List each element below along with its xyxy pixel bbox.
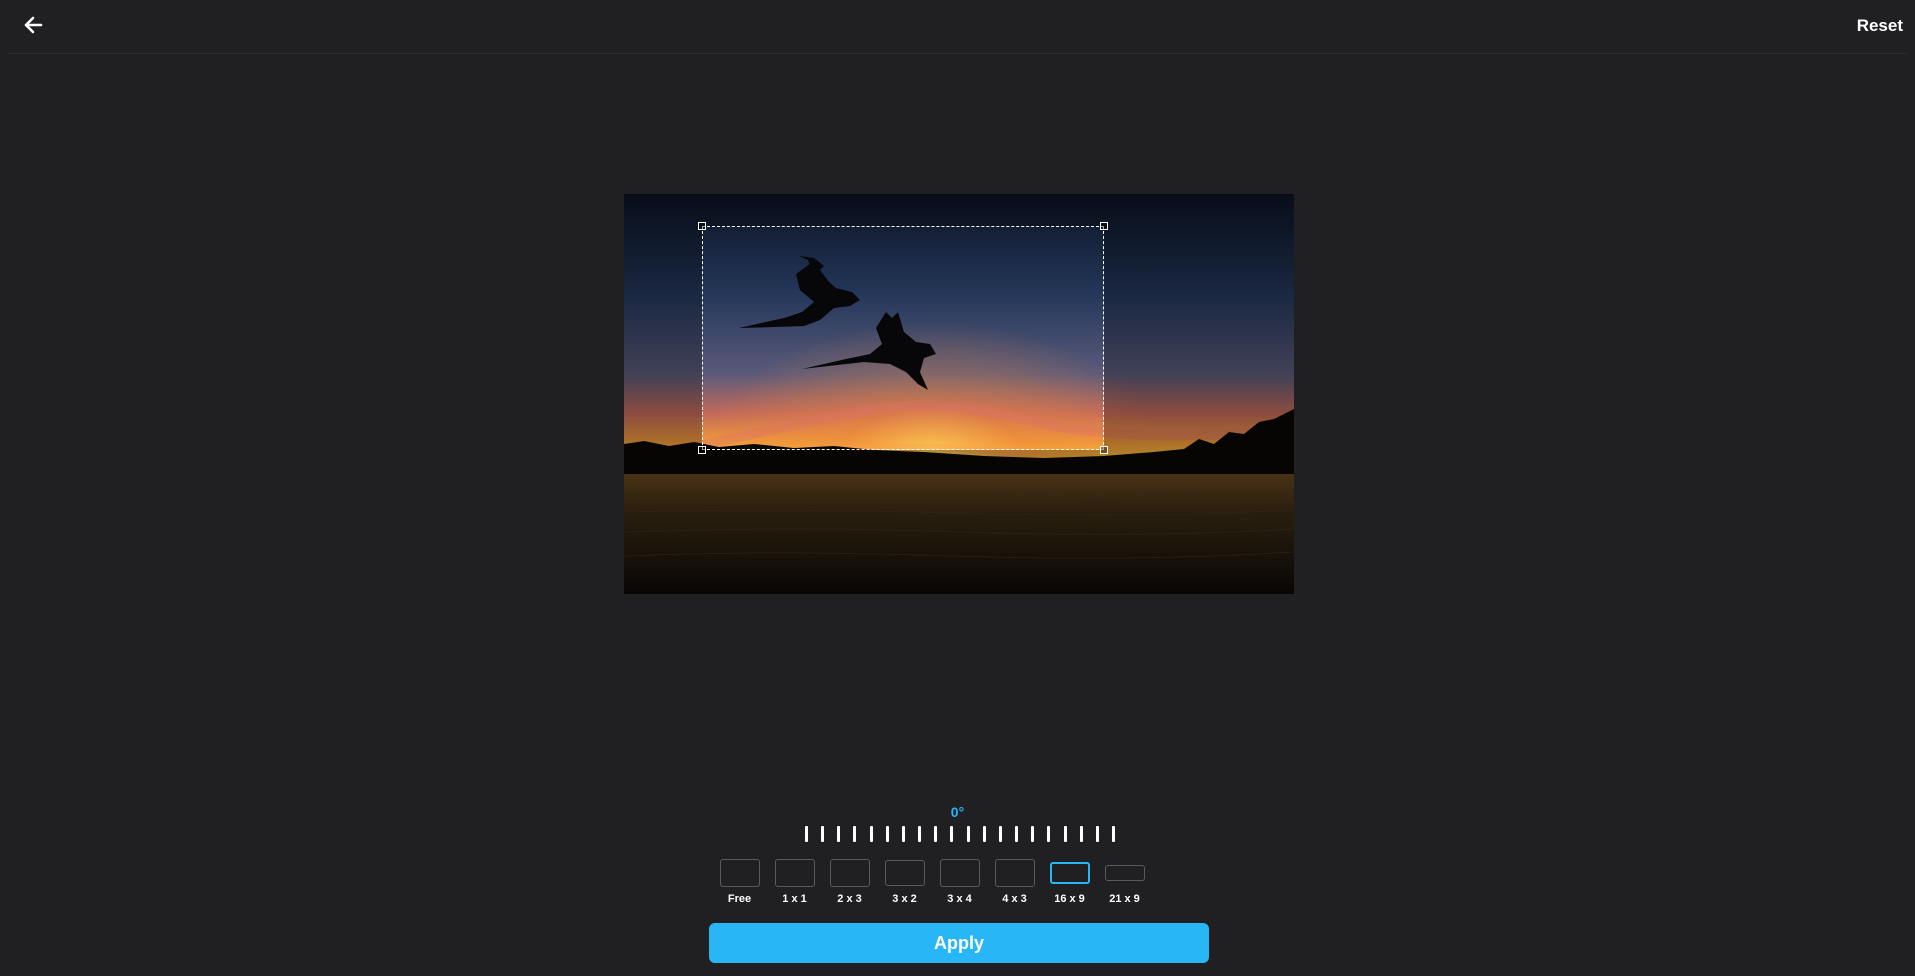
aspect-ratio-shape-wrap — [884, 857, 925, 889]
rotation-tick — [1095, 826, 1099, 842]
rotation-tick — [1015, 826, 1019, 842]
rotation-tick — [1111, 826, 1115, 842]
aspect-ratio-shape-icon — [884, 860, 925, 886]
aspect-ratio-label: 3 x 4 — [947, 893, 972, 905]
aspect-ratio-option[interactable]: 3 x 2 — [877, 857, 932, 907]
aspect-ratio-label: 3 x 2 — [892, 893, 917, 905]
aspect-ratio-label: 16 x 9 — [1054, 893, 1085, 905]
aspect-ratio-shape-wrap — [939, 857, 980, 889]
aspect-ratio-shape-icon — [774, 859, 815, 887]
top-bar: Reset — [8, 0, 1907, 54]
aspect-ratio-option[interactable]: 2 x 3 — [822, 857, 877, 907]
rotation-angle-label: 0° — [950, 804, 965, 820]
aspect-ratio-option[interactable]: 3 x 4 — [932, 857, 987, 907]
back-button[interactable] — [16, 12, 50, 42]
aspect-ratio-label: 21 x 9 — [1109, 893, 1140, 905]
photo-canvas — [624, 194, 1294, 594]
aspect-ratio-options: Free 1 x 1 2 x 3 3 x 2 3 x 4 4 x 3 16 x 9 21 x … — [712, 857, 1152, 907]
aspect-ratio-shape-icon — [1104, 865, 1145, 881]
rotation-tick — [998, 826, 1002, 842]
aspect-ratio-label: 2 x 3 — [837, 893, 862, 905]
rotation-tick — [821, 826, 825, 842]
rotation-tick — [966, 826, 970, 842]
crop-handle-bottom-right[interactable] — [1100, 446, 1108, 454]
rotation-tick — [1063, 826, 1067, 842]
aspect-ratio-shape-wrap — [1049, 857, 1090, 889]
rotation-tick — [1079, 826, 1083, 842]
arrow-left-icon — [23, 16, 43, 39]
rotation-tick — [869, 826, 873, 842]
rotation-tick — [982, 826, 986, 842]
rotation-dial[interactable] — [805, 826, 1115, 844]
aspect-ratio-option[interactable]: 16 x 9 — [1042, 857, 1097, 907]
aspect-ratio-option[interactable]: 4 x 3 — [987, 857, 1042, 907]
aspect-ratio-shape-icon — [719, 859, 760, 887]
aspect-ratio-option[interactable]: 21 x 9 — [1097, 857, 1152, 907]
aspect-ratio-label: Free — [727, 893, 752, 905]
reset-button[interactable]: Reset — [1857, 16, 1903, 36]
aspect-ratio-shape-icon — [939, 859, 980, 887]
crop-handle-bottom-left[interactable] — [698, 446, 706, 454]
crop-handle-top-right[interactable] — [1100, 222, 1108, 230]
aspect-ratio-label: 4 x 3 — [1002, 893, 1027, 905]
rotation-tick — [918, 826, 922, 842]
rotation-tick — [853, 826, 857, 842]
rotation-tick — [805, 826, 808, 842]
crop-handle-top-left[interactable] — [698, 222, 706, 230]
aspect-ratio-option[interactable]: 1 x 1 — [767, 857, 822, 907]
rotation-tick — [837, 826, 841, 842]
aspect-ratio-shape-wrap — [829, 857, 870, 889]
crop-selection[interactable] — [698, 222, 1108, 454]
rotation-tick — [901, 826, 905, 842]
aspect-ratio-shape-icon — [1049, 862, 1090, 884]
apply-button[interactable]: Apply — [709, 923, 1209, 963]
aspect-ratio-shape-wrap — [1104, 857, 1145, 889]
rotation-tick — [1031, 826, 1035, 842]
aspect-ratio-shape-wrap — [994, 857, 1035, 889]
aspect-ratio-label: 1 x 1 — [782, 893, 807, 905]
rotation-tick — [934, 826, 938, 842]
aspect-ratio-shape-icon — [829, 859, 870, 887]
rotation-tick — [885, 826, 889, 842]
aspect-ratio-shape-wrap — [719, 857, 760, 889]
rotation-tick — [1047, 826, 1051, 842]
rotation-tick — [950, 826, 954, 842]
aspect-ratio-shape-wrap — [774, 857, 815, 889]
aspect-ratio-shape-icon — [994, 859, 1035, 887]
aspect-ratio-option[interactable]: Free — [712, 857, 767, 907]
